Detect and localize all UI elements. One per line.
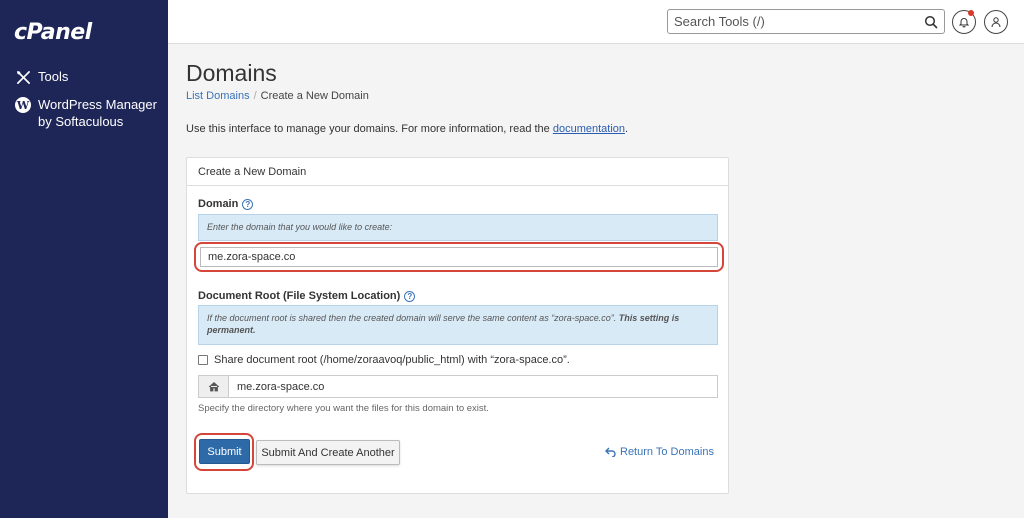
notification-dot: [968, 10, 974, 16]
notifications-button[interactable]: [952, 10, 976, 34]
bell-icon: [958, 18, 970, 28]
breadcrumb-list-domains-link[interactable]: List Domains: [186, 90, 250, 102]
search-box[interactable]: [667, 9, 945, 34]
cpanel-logo[interactable]: cPanel: [14, 20, 92, 45]
sidebar-item-wordpress[interactable]: W WordPress Manager by Softaculous: [14, 96, 164, 130]
create-domain-panel: Create a New Domain Domain ? Enter the d…: [186, 157, 729, 494]
return-arrow-icon: [605, 447, 616, 457]
submit-highlight: Submit: [194, 433, 254, 471]
submit-and-create-another-button[interactable]: Submit And Create Another: [256, 440, 400, 465]
domain-help-icon[interactable]: ?: [242, 198, 254, 210]
intro-body: Use this interface to manage your domain…: [186, 123, 553, 135]
tools-icon: [14, 68, 32, 86]
return-to-domains-link[interactable]: Return To Domains: [605, 446, 714, 458]
document-root-input[interactable]: [229, 376, 717, 397]
docroot-label: Document Root (File System Location) ?: [198, 290, 416, 302]
share-docroot-row[interactable]: Share document root (/home/zoraavoq/publ…: [198, 354, 570, 366]
user-icon: [991, 17, 1001, 28]
document-root-hint: Specify the directory where you want the…: [198, 403, 489, 414]
search-input[interactable]: [668, 10, 908, 33]
docroot-label-text: Document Root (File System Location): [198, 290, 401, 302]
submit-button[interactable]: Submit: [199, 439, 250, 464]
domain-label-text: Domain: [198, 198, 239, 210]
home-icon: [208, 381, 219, 392]
domain-highlight: [194, 242, 724, 272]
domain-label: Domain ?: [198, 198, 254, 210]
topbar: [168, 0, 1024, 44]
sidebar-item-tools[interactable]: Tools: [14, 68, 68, 86]
breadcrumb-separator: /: [253, 90, 257, 102]
share-docroot-label[interactable]: Share document root (/home/zoraavoq/publ…: [214, 354, 570, 366]
search-icon[interactable]: [924, 15, 938, 29]
wordpress-icon: W: [14, 96, 32, 114]
user-menu-button[interactable]: [984, 10, 1008, 34]
return-to-domains-label[interactable]: Return To Domains: [620, 446, 714, 458]
svg-text:W: W: [16, 99, 30, 112]
intro-text: Use this interface to manage your domain…: [186, 123, 628, 135]
sidebar-item-label: Tools: [38, 69, 69, 84]
intro-end: .: [625, 123, 629, 135]
page-title: Domains: [186, 60, 277, 86]
sidebar-item-label: WordPress Manager by Softaculous: [38, 97, 157, 129]
document-root-group: [198, 375, 718, 398]
domain-info-box: Enter the domain that you would like to …: [198, 214, 718, 241]
docroot-help-icon[interactable]: ?: [404, 290, 416, 302]
share-docroot-checkbox[interactable]: [198, 355, 208, 365]
panel-title: Create a New Domain: [187, 158, 728, 186]
docroot-info-box: If the document root is shared then the …: [198, 305, 718, 345]
breadcrumb: List Domains / Create a New Domain: [186, 90, 369, 102]
documentation-link[interactable]: documentation: [553, 123, 625, 135]
home-icon-addon: [199, 376, 229, 397]
domain-input[interactable]: [200, 247, 718, 267]
sidebar: cPanel Tools W WordPress Manager by Soft…: [0, 0, 168, 518]
breadcrumb-current: Create a New Domain: [260, 90, 369, 102]
docroot-info-text: If the document root is shared then the …: [207, 313, 619, 323]
